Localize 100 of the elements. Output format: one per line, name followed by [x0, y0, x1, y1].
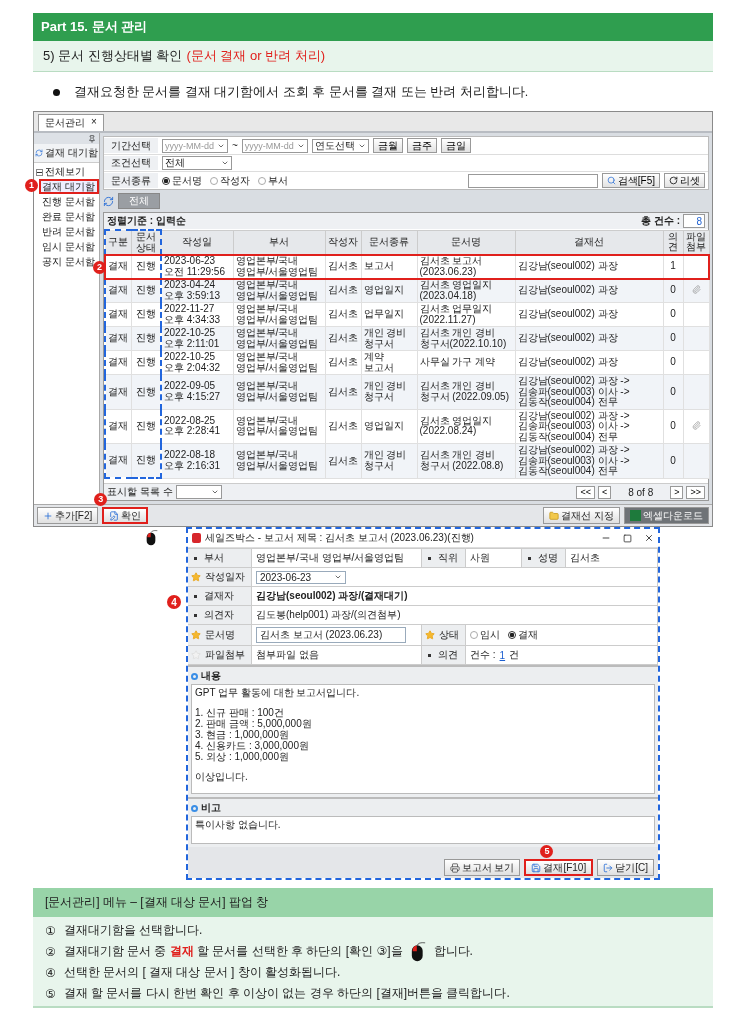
- column-header[interactable]: 문서상태: [131, 230, 161, 255]
- cell-text: 업무일지: [363, 308, 404, 320]
- column-header[interactable]: 의견: [663, 230, 683, 255]
- cell-text: 김서초: [327, 454, 358, 466]
- field-value: 김도봉(help001) 과장/(의견첨부): [256, 608, 401, 622]
- pin-icon[interactable]: [88, 134, 96, 143]
- column-header[interactable]: 파일첨부: [683, 230, 709, 255]
- cell-text: 0: [670, 454, 676, 466]
- tree-node[interactable]: 전체보기: [45, 165, 85, 179]
- cell-text: 2022-08-25 오후 2:28:41: [164, 414, 221, 437]
- column-header[interactable]: 문서종류: [361, 230, 417, 255]
- search-button[interactable]: 검색[F5]: [601, 173, 660, 188]
- cell-text: 결재: [108, 260, 129, 272]
- filter-label: 문서종류: [104, 173, 158, 188]
- content-area[interactable]: GPT 업무 활동에 대한 보고서입니다. 1. 신규 판매 : 100건 2. 판매 금액 : 5,000,000원 3. 현금 : 1,000,000원 4. 신용카드 : 3,000,000원 5. 외상 : 1,000,000원 이상입니다.: [191, 684, 655, 794]
- year-select[interactable]: 연도선택: [311, 138, 369, 153]
- add-button[interactable]: 추가[F2]: [37, 507, 99, 524]
- tree-item[interactable]: 진행 문서함: [39, 194, 99, 209]
- column-header[interactable]: 작성자: [325, 230, 361, 255]
- sidebar-header-item[interactable]: 결재 대기함: [34, 144, 99, 163]
- app-logo-icon: [192, 533, 201, 543]
- star-icon: [425, 630, 435, 640]
- search-field[interactable]: [467, 173, 598, 188]
- document-tab[interactable]: 문서관리 ×: [38, 114, 104, 131]
- radio-label: 결재: [518, 628, 538, 642]
- cell-text: 2022-08-18 오후 2:16:31: [164, 449, 221, 471]
- column-header[interactable]: 작성일: [161, 230, 233, 255]
- radio-button[interactable]: [258, 176, 266, 185]
- document-edit-icon: [109, 510, 120, 521]
- text-line: 1. 신규 판매 : 100건: [195, 707, 285, 718]
- note-text: 결재대기함을 선택합니다.: [63, 922, 203, 939]
- cell-text: 영업본부/국내 영업부/서울영업팀: [235, 449, 319, 471]
- cell-text: 진행: [135, 284, 156, 296]
- cell-text: 0: [670, 284, 676, 296]
- page-info: 8 of 8: [628, 486, 654, 498]
- mouse-icon: [146, 530, 158, 546]
- tree-item[interactable]: 임시 문서함: [39, 239, 99, 254]
- radio-button[interactable]: [210, 176, 218, 185]
- radio-button[interactable]: [162, 176, 170, 185]
- tree-item[interactable]: 완료 문서함: [39, 209, 99, 224]
- cell-text: 0: [670, 308, 676, 320]
- approval-line-button[interactable]: 결재선 지정: [543, 507, 620, 524]
- cell-text: 김서초: [327, 260, 358, 272]
- cell-text: 진행: [135, 385, 156, 397]
- input-field[interactable]: 김서초 보고서 (2023.06.23): [256, 627, 406, 643]
- first-page-button[interactable]: <<: [576, 485, 595, 499]
- radio-button[interactable]: [470, 631, 478, 639]
- column-header[interactable]: 결재선: [515, 230, 663, 255]
- cell-text: 2022-09-05 오후 4:15:27: [164, 380, 221, 402]
- period-button[interactable]: 금월: [372, 138, 403, 153]
- column-header[interactable]: 부서: [233, 230, 325, 255]
- tree-item[interactable]: 결재 대기함: [39, 179, 99, 194]
- bullet-icon: [428, 653, 431, 657]
- caret-icon: [221, 159, 229, 167]
- report-button[interactable]: 보고서 보기: [443, 859, 521, 876]
- count-link[interactable]: 1: [499, 649, 506, 661]
- cell-text: 김서초 개인 경비 청구서 (2022.09.05): [419, 380, 509, 402]
- field-value: 김서초: [570, 551, 600, 565]
- radio-button[interactable]: [508, 631, 516, 639]
- approve-button[interactable]: 결재[F10]: [524, 859, 594, 876]
- condition-select[interactable]: 전체: [162, 156, 232, 170]
- tree-item[interactable]: 반려 문서함: [39, 224, 99, 239]
- confirm-button[interactable]: 확인: [102, 507, 149, 524]
- cell-text: 결재: [108, 332, 129, 344]
- next-page-button[interactable]: >: [670, 485, 684, 499]
- cell-text: 진행: [135, 332, 156, 344]
- period-button[interactable]: 금주: [406, 138, 437, 153]
- field-label: 부서: [204, 551, 224, 565]
- cell-text: 1: [670, 260, 676, 272]
- excel-button[interactable]: 엑셀다운로드: [624, 507, 709, 524]
- cell-text: 영업본부/국내 영업부/서울영업팀: [235, 303, 319, 325]
- previous-page-button[interactable]: <: [597, 485, 612, 499]
- exit-icon: [603, 862, 614, 873]
- tree-toggle-icon[interactable]: [36, 168, 43, 176]
- column-header[interactable]: 구분: [105, 230, 131, 255]
- reset-button[interactable]: 리셋: [664, 173, 705, 188]
- period-button[interactable]: 금일: [440, 138, 471, 153]
- field-value: 건: [509, 648, 520, 662]
- cell-text: 김서초: [327, 284, 358, 296]
- last-page-button[interactable]: >>: [686, 485, 705, 499]
- close-icon[interactable]: [644, 533, 654, 543]
- page-size-label: 표시할 목록 수: [107, 485, 173, 499]
- date-field[interactable]: 2023-06-23: [256, 570, 346, 584]
- column-header[interactable]: 문서명: [417, 230, 515, 255]
- refresh-icon[interactable]: [103, 195, 114, 207]
- cell-text: 0: [670, 385, 676, 397]
- page-size-select[interactable]: [175, 485, 222, 499]
- radio-label: 임시: [480, 628, 500, 642]
- remarks-area[interactable]: 특이사항 없습니다.: [191, 816, 655, 844]
- close-button[interactable]: 닫기[C]: [597, 859, 654, 876]
- star-icon: [191, 630, 201, 640]
- star-icon: [191, 572, 201, 582]
- radio-label: 문서명: [172, 173, 202, 188]
- section-heading: 내용: [201, 669, 221, 683]
- maximize-icon[interactable]: [623, 533, 632, 543]
- step-marker: 4: [167, 595, 181, 609]
- printer-icon: [449, 862, 460, 873]
- cell-text: 김서초 업무일지 (2022.11.27): [419, 303, 493, 325]
- cell-text: 영업본부/국내 영업부/서울영업팀: [235, 327, 319, 349]
- cell-text: 0: [670, 356, 676, 368]
